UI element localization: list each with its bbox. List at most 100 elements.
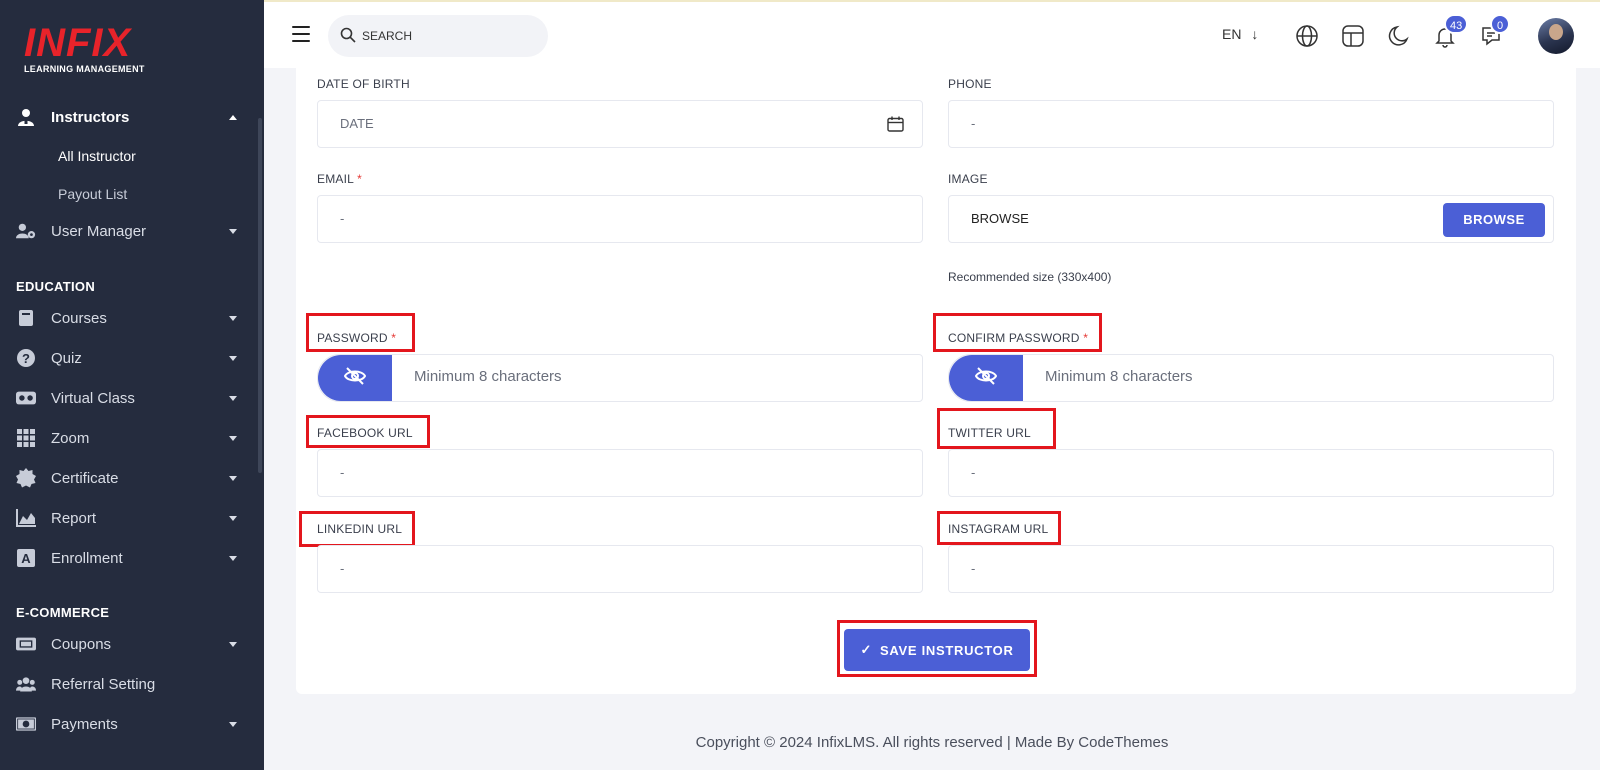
svg-text:A: A <box>21 551 31 566</box>
sidebar-subitem-payout-list[interactable]: Payout List <box>58 186 127 202</box>
users-icon <box>16 674 36 694</box>
facebook-url-field[interactable]: - <box>317 449 923 497</box>
linkedin-url-field[interactable]: - <box>317 545 923 593</box>
facebook-url-value: - <box>340 465 345 480</box>
person-icon <box>16 107 36 127</box>
instagram-url-label: INSTAGRAM URL <box>948 522 1049 536</box>
facebook-url-label: FACEBOOK URL <box>317 426 413 440</box>
required-mark: * <box>391 331 397 345</box>
globe-icon[interactable] <box>1294 23 1320 49</box>
chevron-down-icon <box>229 228 237 234</box>
sidebar-item-payments[interactable]: Payments <box>0 704 256 744</box>
sidebar-item-label: Referral Setting <box>51 675 156 693</box>
password-visibility-toggle[interactable] <box>318 355 392 401</box>
password-field[interactable]: Minimum 8 characters <box>317 354 923 402</box>
sidebar-item-label: Zoom <box>51 429 90 447</box>
sidebar-item-coupons[interactable]: Coupons <box>0 624 256 664</box>
sidebar-subitem-all-instructor[interactable]: All Instructor <box>58 148 136 164</box>
chevron-down-icon <box>229 435 237 441</box>
message-badge: 0 <box>1490 14 1510 34</box>
sidebar-item-enrollment[interactable]: A Enrollment <box>0 538 256 578</box>
sidebar-scrollbar[interactable] <box>258 118 262 473</box>
email-field[interactable]: - <box>317 195 923 243</box>
sidebar-item-user-manager[interactable]: User Manager <box>0 211 256 251</box>
chevron-up-icon <box>229 114 237 120</box>
sidebar-item-referral-setting[interactable]: Referral Setting <box>0 664 256 704</box>
sidebar-item-label: Coupons <box>51 635 112 653</box>
sidebar-item-label: Payments <box>51 715 118 733</box>
question-circle-icon: ? <box>16 348 36 368</box>
sidebar-item-label: Report <box>51 509 97 527</box>
linkedin-url-label: LINKEDIN URL <box>317 522 403 536</box>
twitter-url-field[interactable]: - <box>948 449 1554 497</box>
image-size-hint: Recommended size (330x400) <box>948 270 1112 284</box>
language-selector[interactable]: EN ↓ <box>1222 26 1258 42</box>
arrow-down-icon: ↓ <box>1251 26 1259 42</box>
search-box[interactable] <box>328 15 548 57</box>
confirm-password-label: CONFIRM PASSWORD * <box>948 331 1089 345</box>
menu-toggle-icon[interactable] <box>292 26 310 42</box>
sidebar-item-label: Virtual Class <box>51 389 135 407</box>
dob-label: DATE OF BIRTH <box>317 77 410 91</box>
sidebar-item-courses[interactable]: Courses <box>0 298 256 338</box>
save-instructor-label: SAVE INSTRUCTOR <box>880 642 1014 658</box>
search-input[interactable] <box>362 25 532 47</box>
eye-slash-icon <box>343 366 367 390</box>
logo[interactable]: INFIX LEARNING MANAGEMENT <box>24 23 145 74</box>
browse-button[interactable]: BROWSE <box>1443 203 1545 237</box>
dob-placeholder: DATE <box>340 116 374 131</box>
top-header: EN ↓ 43 0 <box>264 0 1600 68</box>
layout-icon[interactable] <box>1340 23 1366 49</box>
eye-slash-icon <box>974 366 998 390</box>
ticket-icon <box>16 634 36 654</box>
search-icon <box>340 27 356 48</box>
enrollment-icon: A <box>16 548 36 568</box>
sidebar-item-zoom[interactable]: Zoom <box>0 418 256 458</box>
dob-field[interactable]: DATE <box>317 100 923 148</box>
linkedin-url-value: - <box>340 561 345 576</box>
sidebar-item-report[interactable]: Report <box>0 498 256 538</box>
image-upload-field[interactable]: BROWSE BROWSE <box>948 195 1554 243</box>
phone-field[interactable]: - <box>948 100 1554 148</box>
money-icon <box>16 714 36 734</box>
avatar[interactable] <box>1538 18 1574 54</box>
sidebar-item-label: Certificate <box>51 469 119 487</box>
logo-tagline: LEARNING MANAGEMENT <box>24 64 145 74</box>
moon-icon[interactable] <box>1386 23 1412 49</box>
sidebar-item-quiz[interactable]: ? Quiz <box>0 338 256 378</box>
sidebar: INFIX LEARNING MANAGEMENT Instructors Al… <box>0 0 264 770</box>
sidebar-item-label: Quiz <box>51 349 82 367</box>
chart-area-icon <box>16 508 36 528</box>
bell-icon[interactable]: 43 <box>1432 14 1469 49</box>
confirm-password-field[interactable]: Minimum 8 characters <box>948 354 1554 402</box>
chevron-down-icon <box>229 355 237 361</box>
password-visibility-toggle[interactable] <box>949 355 1023 401</box>
twitter-url-value: - <box>971 465 976 480</box>
password-label: PASSWORD * <box>317 331 397 345</box>
chevron-down-icon <box>229 395 237 401</box>
sidebar-item-virtual-class[interactable]: Virtual Class <box>0 378 256 418</box>
chevron-down-icon <box>229 475 237 481</box>
user-gear-icon <box>16 221 36 241</box>
sidebar-item-label: Enrollment <box>51 549 123 567</box>
sidebar-item-instructors[interactable]: Instructors <box>0 97 256 137</box>
vr-headset-icon <box>16 388 36 408</box>
chevron-down-icon <box>229 315 237 321</box>
calendar-icon[interactable] <box>887 116 904 137</box>
sidebar-item-certificate[interactable]: Certificate <box>0 458 256 498</box>
grid-icon <box>16 428 36 448</box>
instagram-url-field[interactable]: - <box>948 545 1554 593</box>
required-mark: * <box>357 172 362 186</box>
twitter-url-label: TWITTER URL <box>948 426 1031 440</box>
email-label: EMAIL * <box>317 172 362 186</box>
required-mark: * <box>1083 331 1089 345</box>
password-placeholder: Minimum 8 characters <box>414 368 562 385</box>
sidebar-item-label: User Manager <box>51 222 147 240</box>
check-icon: ✓ <box>860 642 873 657</box>
chevron-down-icon <box>229 641 237 647</box>
sidebar-section-ecommerce: E-COMMERCE <box>16 605 110 620</box>
chat-icon[interactable]: 0 <box>1478 14 1510 49</box>
save-instructor-button[interactable]: ✓ SAVE INSTRUCTOR <box>844 629 1030 671</box>
image-label: IMAGE <box>948 172 988 186</box>
sidebar-item-label: Courses <box>51 309 107 327</box>
